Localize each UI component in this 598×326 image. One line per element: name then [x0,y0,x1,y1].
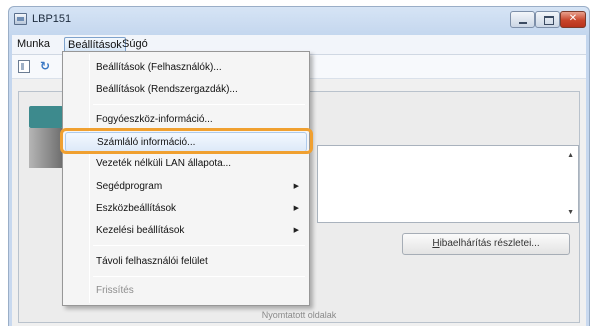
scroll-up-icon[interactable]: ▲ [567,152,574,159]
title-bar: LBP151 [9,7,589,33]
menu-item-wireless-lan-status[interactable]: Vezeték nélküli LAN állapota... [65,154,307,174]
menu-item-settings-users[interactable]: Beállítások (Felhasználók)... [65,58,307,78]
menu-item-consumables-info[interactable]: Fogyóeszköz-információ... [65,110,307,130]
menu-separator [93,276,305,277]
printer-image [29,106,63,168]
menu-item-remote-ui[interactable]: Távoli felhasználói felület [65,252,307,272]
refresh-icon[interactable]: ↻ [40,59,50,73]
menu-item-utility[interactable]: Segédprogram ▶ [65,177,307,197]
highlight-annotation [60,128,313,154]
menu-separator [93,245,305,246]
minimize-button[interactable] [510,11,535,28]
menu-item-refresh: Frissítés [96,285,134,296]
window-title: LBP151 [32,13,72,25]
menu-munka[interactable]: Munka [14,37,53,53]
menu-item-settings-admins[interactable]: Beállítások (Rendszergazdák)... [65,80,307,100]
submenu-arrow-icon: ▶ [293,227,299,234]
menu-item-device-settings[interactable]: Eszközbeállítások ▶ [65,199,307,219]
printed-pages-label: Nyomtatott oldalak [261,310,337,320]
settings-dropdown-menu: Beállítások (Felhasználók)... Beállításo… [62,51,310,306]
status-message-box[interactable]: ▲ ▼ [317,145,579,223]
menu-separator [93,104,305,105]
maximize-button[interactable] [535,11,560,28]
printer-app-icon [14,13,27,25]
submenu-arrow-icon: ▶ [293,205,299,212]
troubleshooting-details-button[interactable]: Hibaelhárítás részletei... [402,233,570,255]
scroll-down-icon[interactable]: ▼ [567,209,574,216]
close-button[interactable] [560,11,586,28]
document-icon[interactable] [18,60,30,73]
menu-item-management-settings[interactable]: Kezelési beállítások ▶ [65,221,307,241]
submenu-arrow-icon: ▶ [293,183,299,190]
